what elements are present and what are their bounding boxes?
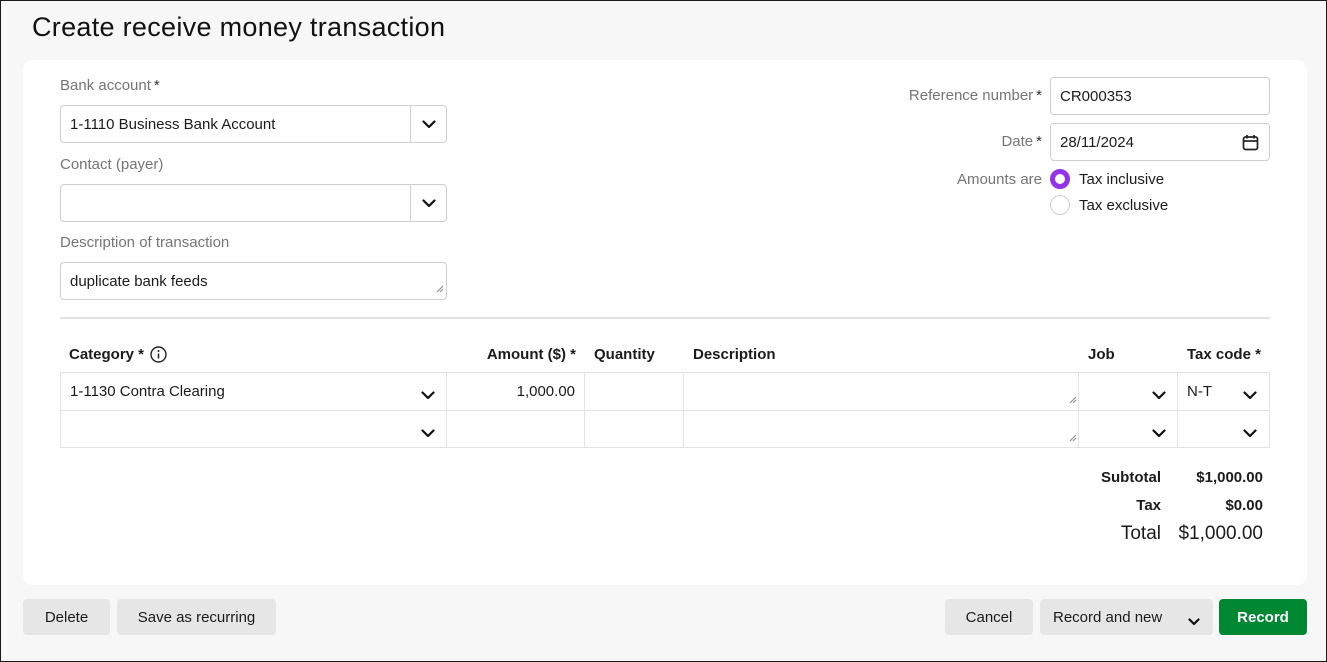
chevron-down-icon[interactable] [1243, 425, 1257, 442]
resize-grip-icon[interactable] [1069, 429, 1077, 446]
tax-row: Tax $0.00 [1041, 497, 1263, 514]
total-value: $1,000.00 [1178, 523, 1263, 544]
delete-button[interactable]: Delete [23, 599, 110, 635]
header-amount: Amount ($) * [486, 346, 576, 363]
header-tax-code: Tax code * [1187, 346, 1261, 363]
category-select[interactable] [60, 411, 447, 448]
date-label: Date * [1001, 133, 1042, 150]
job-select[interactable] [1078, 373, 1178, 410]
radio-unchecked-icon[interactable] [1050, 195, 1070, 215]
header-description: Description [693, 346, 776, 363]
chevron-down-icon[interactable] [410, 185, 446, 221]
description-textarea[interactable]: duplicate bank feeds [60, 262, 447, 300]
description-label: Description of transaction [60, 234, 230, 251]
quantity-input[interactable] [584, 411, 684, 448]
section-divider [60, 317, 1270, 319]
chevron-down-icon[interactable] [421, 425, 435, 442]
job-select[interactable] [1078, 411, 1178, 448]
date-value: 28/11/2024 [1060, 133, 1134, 151]
record-button[interactable]: Record [1219, 599, 1307, 635]
reference-number-label: Reference number * [909, 87, 1042, 104]
amounts-are-label: Amounts are [956, 171, 1042, 188]
amount-value: 1,000.00 [516, 383, 575, 400]
tax-code-value: N-T [1187, 383, 1212, 400]
header-category-text: Category * [69, 346, 145, 363]
line-description-textarea[interactable] [683, 373, 1079, 410]
bank-account-value: 1-1110 Business Bank Account [70, 115, 276, 133]
date-label-text: Date [1001, 133, 1034, 150]
page-title: Create receive money transaction [32, 12, 446, 42]
record-and-new-label: Record and new [1053, 608, 1163, 626]
resize-grip-icon[interactable] [1069, 391, 1077, 408]
header-quantity: Quantity [594, 346, 655, 363]
chevron-down-icon[interactable] [1188, 613, 1200, 630]
tax-code-select[interactable]: N-T [1177, 373, 1270, 410]
required-mark: * [1036, 87, 1042, 104]
subtotal-label: Subtotal [1101, 469, 1161, 486]
contact-label: Contact (payer) [60, 156, 164, 173]
bank-account-label: Bank account * [60, 77, 160, 94]
calendar-icon[interactable] [1242, 134, 1259, 155]
date-input[interactable]: 28/11/2024 [1050, 123, 1270, 161]
contact-select[interactable] [60, 184, 447, 222]
amount-input[interactable] [446, 411, 585, 448]
subtotal-row: Subtotal $1,000.00 [1041, 469, 1263, 486]
radio-tax-inclusive[interactable]: Tax inclusive [1050, 169, 1164, 189]
line-description-textarea[interactable] [683, 411, 1079, 448]
category-value: 1-1130 Contra Clearing [70, 383, 225, 400]
total-label: Total [1120, 523, 1161, 544]
chevron-down-icon[interactable] [1152, 387, 1166, 404]
description-value: duplicate bank feeds [70, 272, 208, 290]
chevron-down-icon[interactable] [410, 106, 446, 142]
required-mark: * [1036, 133, 1042, 150]
subtotal-value: $1,000.00 [1196, 469, 1263, 486]
info-icon[interactable] [150, 346, 167, 363]
bank-account-select[interactable]: 1-1110 Business Bank Account [60, 105, 447, 143]
line-items-table: 1-1130 Contra Clearing 1,000.00 N-T [60, 372, 1270, 448]
header-job: Job [1088, 346, 1115, 363]
reference-number-input[interactable]: CR000353 [1050, 77, 1270, 115]
required-mark: * [153, 77, 160, 94]
cancel-button[interactable]: Cancel [945, 599, 1033, 635]
radio-label: Tax exclusive [1079, 196, 1169, 214]
reference-number-label-text: Reference number [908, 87, 1034, 104]
save-as-recurring-button[interactable]: Save as recurring [117, 599, 276, 635]
chevron-down-icon[interactable] [421, 387, 435, 404]
bank-account-label-text: Bank account [60, 77, 151, 94]
chevron-down-icon[interactable] [1152, 425, 1166, 442]
header-category: Category * [69, 346, 167, 363]
tax-label: Tax [1136, 497, 1161, 514]
amount-input[interactable]: 1,000.00 [446, 373, 585, 410]
tax-code-select[interactable] [1177, 411, 1270, 448]
resize-grip-icon[interactable] [436, 280, 444, 297]
chevron-down-icon[interactable] [1243, 387, 1257, 404]
table-row [60, 410, 1270, 448]
reference-number-value: CR000353 [1060, 87, 1132, 105]
radio-tax-exclusive[interactable]: Tax exclusive [1050, 195, 1168, 215]
total-row: Total $1,000.00 [1041, 523, 1263, 545]
tax-value: $0.00 [1225, 497, 1263, 514]
radio-checked-icon[interactable] [1050, 169, 1070, 189]
record-and-new-button[interactable]: Record and new [1040, 599, 1213, 635]
category-select[interactable]: 1-1130 Contra Clearing [60, 373, 447, 410]
transaction-form-card: Bank account * 1-1110 Business Bank Accou… [23, 60, 1307, 585]
quantity-input[interactable] [584, 373, 684, 410]
radio-label: Tax inclusive [1079, 170, 1165, 188]
table-row: 1-1130 Contra Clearing 1,000.00 N-T [60, 372, 1270, 410]
